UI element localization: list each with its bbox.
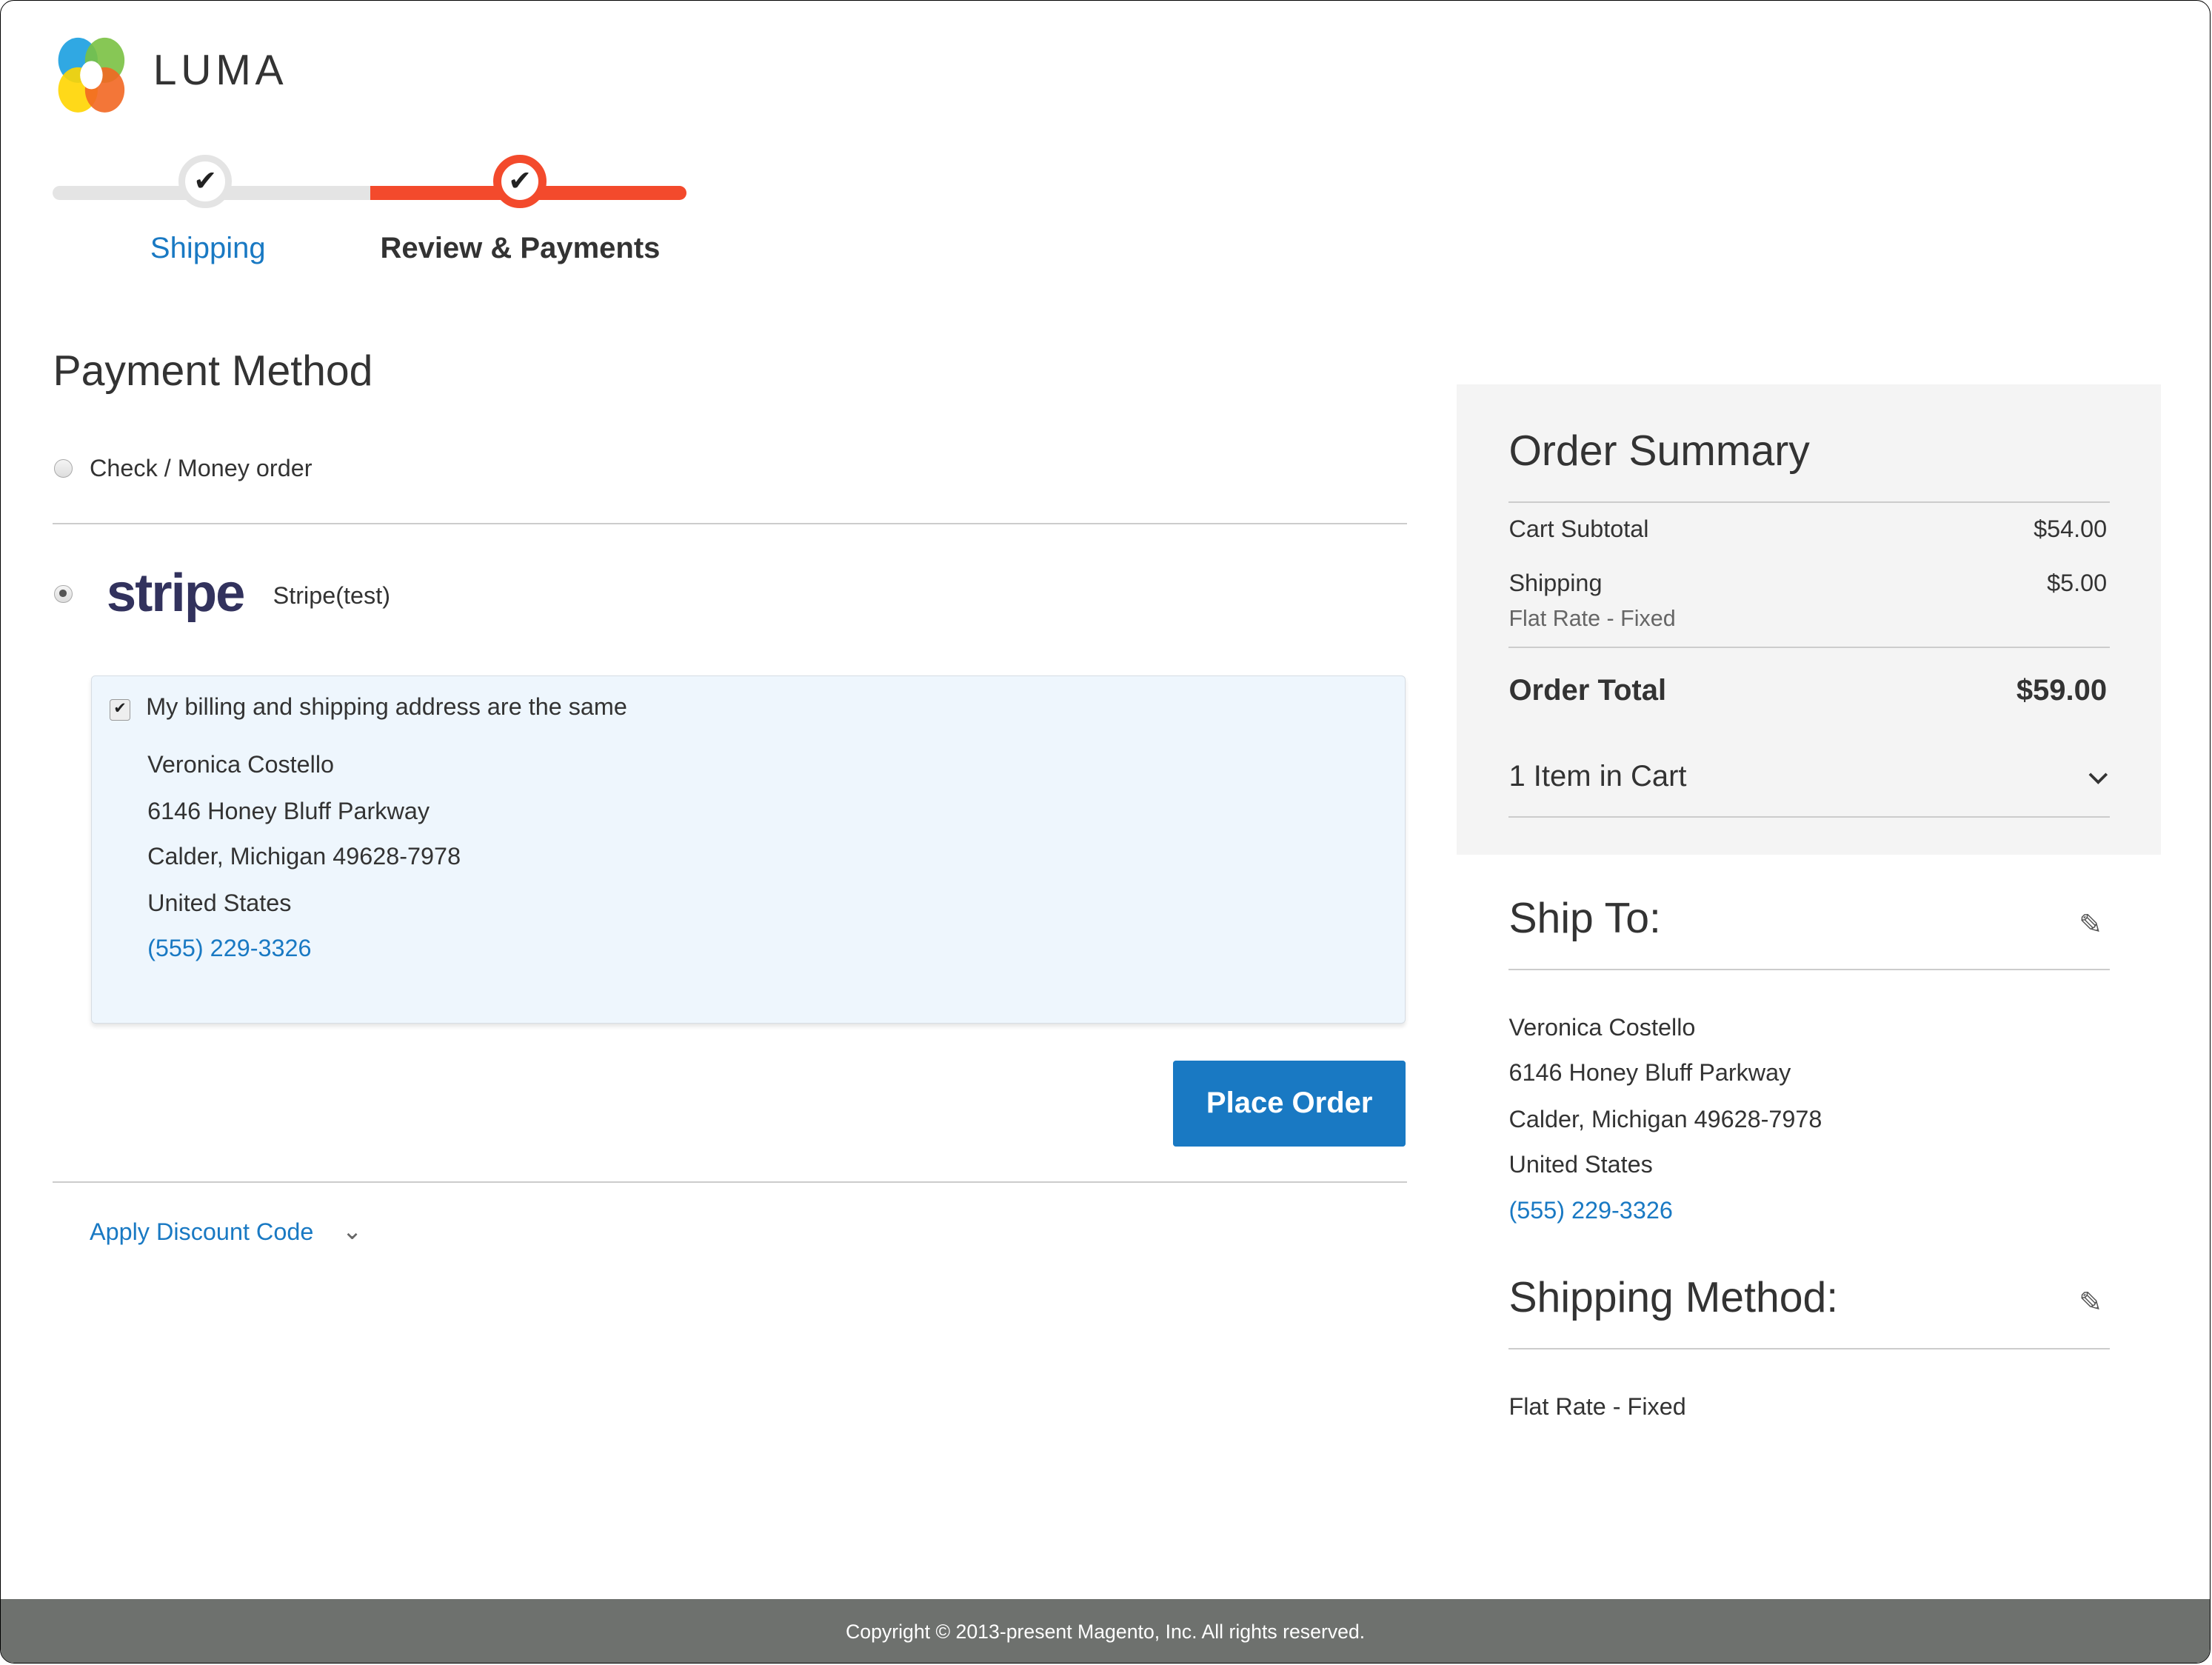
stripe-radio[interactable] [54, 584, 73, 604]
ship-phone-link[interactable]: (555) 229-3326 [1508, 1197, 1672, 1224]
shipping-label: Shipping [1508, 569, 1603, 596]
divider [1508, 968, 2110, 970]
shipping-value: $5.00 [2047, 569, 2108, 596]
luma-logo-icon[interactable] [53, 36, 130, 114]
billing-country: United States [147, 890, 292, 917]
step-shipping-check-icon: ✔ [178, 154, 233, 209]
checkout-page: LUMA ✔ ✔ Shipping Review & Payments Paym… [0, 0, 2211, 1664]
cart-subtotal-label: Cart Subtotal [1508, 515, 1649, 543]
step-shipping-link[interactable]: Shipping [150, 232, 266, 265]
apply-discount-link[interactable]: Apply Discount Code [90, 1218, 313, 1246]
divider [1508, 501, 2110, 504]
items-in-cart-toggle[interactable]: 1 Item in Cart [1508, 760, 1686, 793]
stripe-label[interactable]: Stripe(test) [273, 582, 390, 610]
order-total-label: Order Total [1508, 673, 1667, 707]
payment-method-title: Payment Method [53, 347, 373, 395]
ship-name: Veronica Costello [1508, 1013, 1696, 1041]
billing-name: Veronica Costello [147, 751, 335, 778]
edit-pencil-icon[interactable]: ✎ [2079, 1286, 2102, 1319]
divider [53, 1181, 1408, 1184]
step-review-label: Review & Payments [380, 232, 661, 265]
billing-city: Calder, Michigan 49628-7978 [147, 843, 461, 870]
ship-street: 6146 Honey Bluff Parkway [1508, 1058, 1791, 1086]
chevron-down-icon[interactable]: ⌄ [342, 1217, 362, 1245]
billing-street: 6146 Honey Bluff Parkway [147, 798, 430, 825]
order-total-value: $59.00 [2016, 673, 2108, 707]
chevron-down-icon[interactable] [2088, 771, 2108, 785]
ship-to-title: Ship To: [1508, 894, 1661, 942]
divider [1508, 816, 2110, 818]
footer: Copyright © 2013-present Magento, Inc. A… [1, 1599, 2211, 1664]
logo-text[interactable]: LUMA [153, 46, 288, 95]
shipping-method-sub: Flat Rate - Fixed [1508, 606, 1676, 632]
copyright-text: Copyright © 2013-present Magento, Inc. A… [846, 1620, 1366, 1643]
ship-country: United States [1508, 1150, 1653, 1178]
step-review-check-icon: ✔ [492, 154, 547, 209]
billing-same-label[interactable]: My billing and shipping address are the … [146, 693, 627, 721]
billing-same-checkbox[interactable]: ✔ [109, 698, 131, 721]
billing-phone-link[interactable]: (555) 229-3326 [147, 935, 311, 962]
place-order-button[interactable]: Place Order [1173, 1060, 1406, 1147]
check-money-order-label[interactable]: Check / Money order [90, 455, 313, 482]
shipping-method-title: Shipping Method: [1508, 1274, 1839, 1322]
ship-city: Calder, Michigan 49628-7978 [1508, 1105, 1822, 1132]
divider [1508, 647, 2110, 649]
cart-subtotal-value: $54.00 [2034, 515, 2108, 543]
stripe-logo: stripe [106, 563, 246, 624]
check-money-order-radio[interactable] [54, 459, 73, 478]
divider [1508, 1348, 2110, 1350]
order-summary-title: Order Summary [1508, 427, 1810, 476]
shipping-method-value: Flat Rate - Fixed [1508, 1393, 1686, 1421]
divider [53, 522, 1408, 524]
edit-pencil-icon[interactable]: ✎ [2079, 908, 2102, 941]
